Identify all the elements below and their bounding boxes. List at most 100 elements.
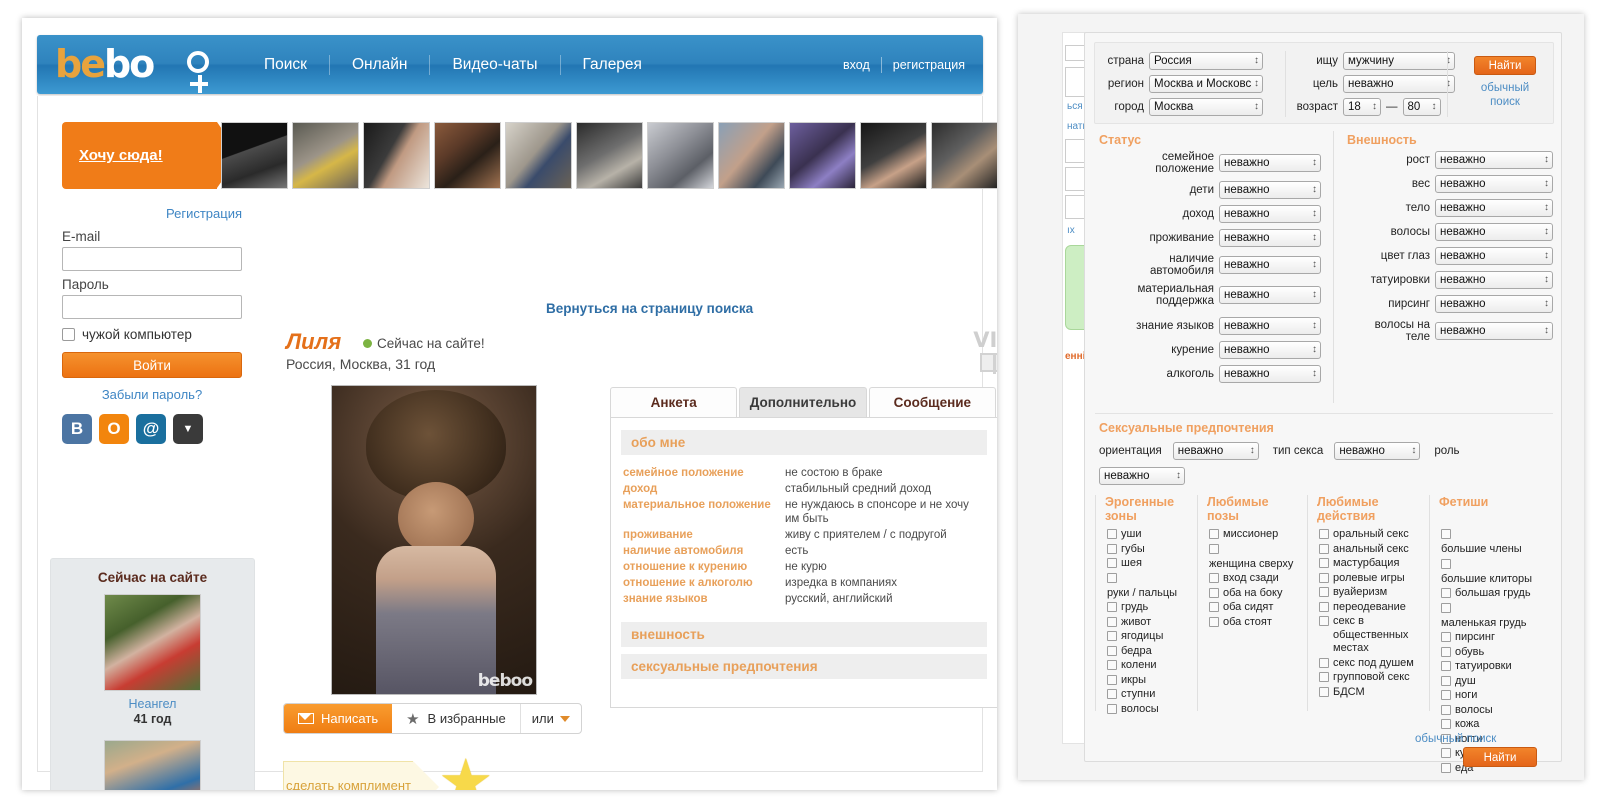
section-sexual-preferences[interactable]: сексуальные предпочтения bbox=[621, 654, 987, 679]
checkbox[interactable] bbox=[1441, 705, 1451, 715]
back-to-search-link[interactable]: Вернуться на страницу поиска bbox=[546, 301, 753, 316]
checkbox[interactable] bbox=[1319, 602, 1329, 612]
list-item[interactable]: бедра bbox=[1107, 645, 1183, 659]
shared-computer-row[interactable]: чужой компьютер bbox=[62, 327, 242, 342]
strip-thumb[interactable] bbox=[434, 122, 501, 189]
filter-select[interactable]: неважно bbox=[1219, 229, 1321, 247]
nav-item-video-chats[interactable]: Видео-чаты bbox=[430, 55, 560, 75]
login-link[interactable]: вход bbox=[832, 57, 882, 73]
list-item[interactable]: вход сзади bbox=[1209, 572, 1295, 586]
checkbox[interactable] bbox=[1209, 617, 1219, 627]
list-item[interactable]: волосы bbox=[1441, 704, 1541, 718]
checkbox[interactable] bbox=[1319, 529, 1329, 539]
register-link-header[interactable]: регистрация bbox=[882, 57, 969, 73]
checkbox[interactable] bbox=[1441, 763, 1451, 773]
profile-main-photo[interactable]: beboo bbox=[331, 385, 537, 695]
odnoklassniki-icon[interactable]: О bbox=[99, 414, 129, 444]
find-button-bottom[interactable]: Найти bbox=[1463, 747, 1537, 767]
more-social-chevron-down-icon[interactable]: ▼ bbox=[173, 414, 203, 444]
nav-item-online[interactable]: Онлайн bbox=[330, 55, 431, 75]
list-item[interactable]: волосы bbox=[1107, 703, 1183, 717]
goal-select[interactable]: неважно bbox=[1343, 75, 1455, 93]
age-to-select[interactable]: 80 bbox=[1403, 98, 1441, 116]
filter-select[interactable]: неважно bbox=[1219, 341, 1321, 359]
tab-dopolnitelno[interactable]: Дополнительно bbox=[739, 387, 866, 417]
list-item[interactable]: ступни bbox=[1107, 688, 1183, 702]
list-item[interactable]: уши bbox=[1107, 528, 1183, 542]
list-item[interactable]: миссионер bbox=[1209, 528, 1295, 542]
filter-select[interactable]: неважно bbox=[1435, 199, 1553, 217]
list-item[interactable]: маленькая грудь bbox=[1441, 602, 1541, 631]
checkbox[interactable] bbox=[1107, 602, 1117, 612]
checkbox[interactable] bbox=[1441, 603, 1451, 613]
list-item[interactable]: большая грудь bbox=[1441, 587, 1541, 601]
checkbox[interactable] bbox=[1107, 617, 1117, 627]
checkbox[interactable] bbox=[1107, 558, 1117, 568]
list-item[interactable]: женщина сверху bbox=[1209, 543, 1295, 572]
tab-anketa[interactable]: Анкета bbox=[610, 387, 737, 417]
mailru-icon[interactable]: @ bbox=[136, 414, 166, 444]
age-from-select[interactable]: 18 bbox=[1343, 98, 1381, 116]
make-compliment-button[interactable]: сделать комплимент bbox=[283, 761, 413, 790]
tab-soobshchenie[interactable]: Сообщение bbox=[869, 387, 996, 417]
checkbox[interactable] bbox=[1107, 689, 1117, 699]
filter-select[interactable]: неважно bbox=[1219, 317, 1321, 335]
registration-link[interactable]: Регистрация bbox=[62, 206, 242, 221]
checkbox[interactable] bbox=[1441, 748, 1451, 758]
list-item[interactable]: вуайеризм bbox=[1319, 586, 1423, 600]
checkbox[interactable] bbox=[1319, 587, 1329, 597]
filter-select[interactable]: неважно bbox=[1219, 365, 1321, 383]
list-item[interactable]: мастурбация bbox=[1319, 557, 1423, 571]
country-select[interactable]: Россия bbox=[1149, 52, 1263, 70]
checkbox[interactable] bbox=[1319, 544, 1329, 554]
normal-search-link-bottom[interactable]: обычный поиск bbox=[1415, 733, 1496, 745]
checkbox[interactable] bbox=[1319, 573, 1329, 583]
checkbox[interactable] bbox=[1441, 690, 1451, 700]
list-item[interactable]: секс в общественных местах bbox=[1319, 615, 1423, 656]
list-item[interactable]: оба стоят bbox=[1209, 616, 1295, 630]
online-user-name[interactable]: Неангел bbox=[51, 697, 254, 711]
checkbox[interactable] bbox=[1441, 529, 1451, 539]
filter-select[interactable]: неважно bbox=[1219, 256, 1321, 274]
list-item[interactable]: групповой секс bbox=[1319, 671, 1423, 685]
vk-icon[interactable]: В bbox=[62, 414, 92, 444]
list-item[interactable]: душ bbox=[1441, 675, 1541, 689]
normal-search-link-top[interactable]: обычный поиск bbox=[1468, 81, 1542, 109]
checkbox[interactable] bbox=[1441, 719, 1451, 729]
list-item[interactable]: большие клиторы bbox=[1441, 558, 1541, 587]
nav-item-gallery[interactable]: Галерея bbox=[561, 55, 664, 75]
list-item[interactable]: БДСМ bbox=[1319, 686, 1423, 700]
filter-select[interactable]: неважно bbox=[1219, 205, 1321, 223]
gold-star-icon[interactable]: ★ bbox=[438, 754, 496, 790]
checkbox[interactable] bbox=[1209, 602, 1219, 612]
list-item[interactable]: пирсинг bbox=[1441, 631, 1541, 645]
strip-thumb[interactable] bbox=[718, 122, 785, 189]
filter-select[interactable]: неважно bbox=[1435, 271, 1553, 289]
strip-thumb[interactable] bbox=[860, 122, 927, 189]
list-item[interactable]: губы bbox=[1107, 543, 1183, 557]
strip-thumb[interactable] bbox=[931, 122, 997, 189]
strip-thumb[interactable] bbox=[647, 122, 714, 189]
checkbox[interactable] bbox=[1107, 631, 1117, 641]
checkbox[interactable] bbox=[1319, 616, 1329, 626]
orientation-select[interactable]: неважно bbox=[1173, 442, 1259, 460]
filter-select[interactable]: неважно bbox=[1435, 223, 1553, 241]
checkbox[interactable] bbox=[1107, 544, 1117, 554]
nav-item-search[interactable]: Поиск bbox=[242, 55, 330, 75]
checkbox[interactable] bbox=[1319, 558, 1329, 568]
list-item[interactable]: ноги bbox=[1441, 689, 1541, 703]
checkbox[interactable] bbox=[1441, 559, 1451, 569]
city-select[interactable]: Москва bbox=[1149, 98, 1263, 116]
list-item[interactable]: переодевание bbox=[1319, 601, 1423, 615]
add-to-favorites-button[interactable]: ★ В избранные bbox=[392, 704, 521, 733]
checkbox[interactable] bbox=[1107, 675, 1117, 685]
checkbox[interactable] bbox=[1209, 588, 1219, 598]
checkbox[interactable] bbox=[1319, 687, 1329, 697]
filter-select[interactable]: неважно bbox=[1219, 181, 1321, 199]
online-user-photo[interactable] bbox=[104, 594, 201, 691]
filter-select[interactable]: неважно bbox=[1435, 247, 1553, 265]
list-item[interactable]: кожа bbox=[1441, 718, 1541, 732]
checkbox[interactable] bbox=[1107, 573, 1117, 583]
checkbox[interactable] bbox=[1209, 529, 1219, 539]
role-select[interactable]: неважно bbox=[1099, 467, 1185, 485]
